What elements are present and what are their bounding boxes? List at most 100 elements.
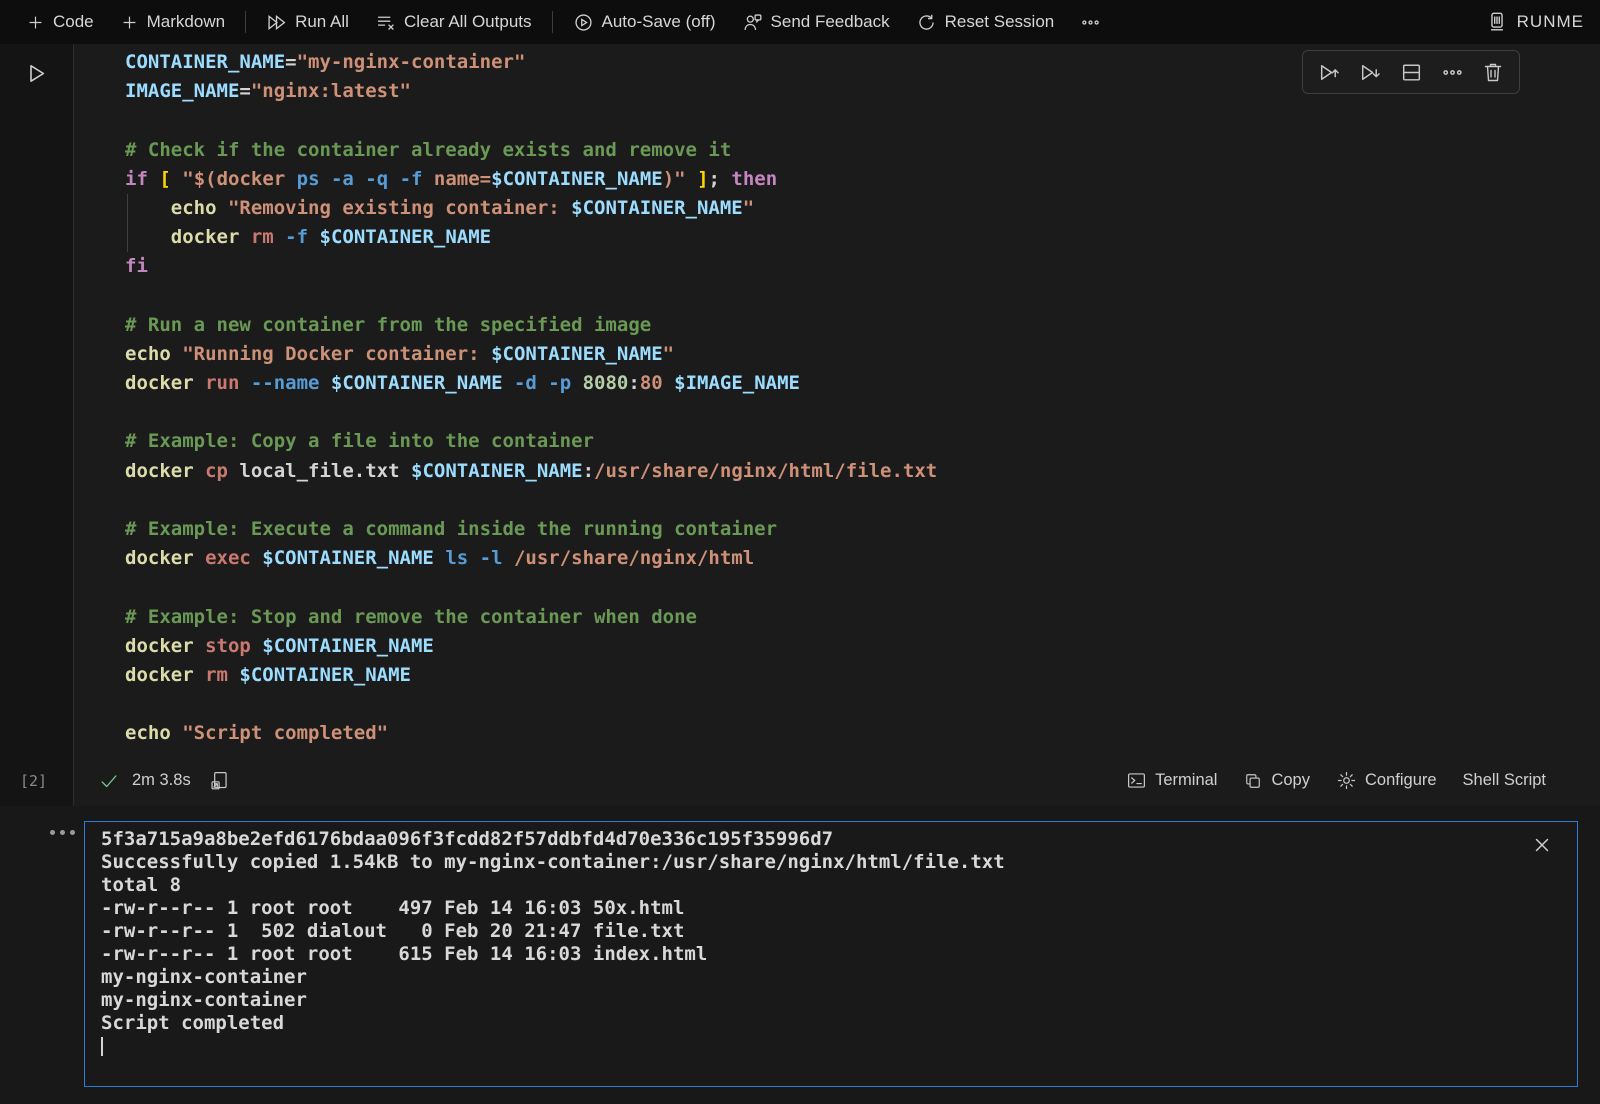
code-line[interactable]: [125, 106, 1600, 135]
add-markdown-cell-button[interactable]: Markdown: [108, 6, 237, 38]
run-all-label: Run All: [295, 12, 349, 32]
auto-save-icon: [573, 12, 594, 33]
code-line[interactable]: [125, 690, 1600, 719]
terminal-icon: [1126, 770, 1147, 791]
code-line[interactable]: echo "Running Docker container: $CONTAIN…: [125, 340, 1600, 369]
success-check-icon: [98, 770, 120, 792]
open-external-icon: [209, 770, 230, 791]
play-icon: [22, 60, 49, 87]
output-line: my-nginx-container: [101, 966, 1577, 989]
execute-above-icon: [1317, 60, 1342, 85]
cell-gutter: [2]: [0, 44, 74, 806]
code-editor[interactable]: CONTAINER_NAME="my-nginx-container"IMAGE…: [74, 44, 1600, 749]
output-line: -rw-r--r-- 1 root root 615 Feb 14 16:03 …: [101, 943, 1577, 966]
toolbar-separator: [552, 11, 553, 33]
close-output-button[interactable]: [1531, 834, 1553, 856]
code-line[interactable]: [125, 398, 1600, 427]
language-label: Shell Script: [1463, 771, 1546, 790]
code-line[interactable]: docker cp local_file.txt $CONTAINER_NAME…: [125, 457, 1600, 486]
split-cell-button[interactable]: [1395, 56, 1428, 89]
code-line[interactable]: echo "Removing existing container: $CONT…: [125, 194, 1600, 223]
configure-label: Configure: [1365, 771, 1437, 790]
notebook-cell: [2] CONTAINER_NAME="my-nginx-container"I…: [0, 44, 1600, 806]
configure-button[interactable]: Configure: [1336, 770, 1437, 791]
more-icon: [1440, 60, 1465, 85]
code-line[interactable]: docker run --name $CONTAINER_NAME -d -p …: [125, 369, 1600, 398]
split-cell-icon: [1399, 60, 1424, 85]
clear-all-outputs-label: Clear All Outputs: [404, 12, 532, 32]
feedback-icon: [742, 12, 763, 33]
code-line[interactable]: # Example: Execute a command inside the …: [125, 515, 1600, 544]
code-line[interactable]: echo "Script completed": [125, 719, 1600, 748]
run-all-icon: [266, 12, 287, 33]
code-line[interactable]: docker rm $CONTAINER_NAME: [125, 661, 1600, 690]
gear-icon: [1336, 770, 1357, 791]
auto-save-label: Auto-Save (off): [602, 12, 716, 32]
runme-extension-button[interactable]: RUNME: [1474, 6, 1586, 38]
cell-actions-toolbar: [1302, 50, 1520, 94]
reset-icon: [916, 12, 937, 33]
add-markdown-label: Markdown: [147, 12, 225, 32]
output-line: my-nginx-container: [101, 989, 1577, 1012]
open-external-button[interactable]: [209, 770, 230, 791]
reset-session-label: Reset Session: [945, 12, 1055, 32]
code-line[interactable]: fi: [125, 252, 1600, 281]
output-line: total 8: [101, 874, 1577, 897]
output-line: 5f3a715a9a8be2efd6176bdaa096f3fcdd82f57d…: [101, 828, 1577, 851]
code-line[interactable]: # Run a new container from the specified…: [125, 311, 1600, 340]
code-line[interactable]: if [ "$(docker ps -a -q -f name=$CONTAIN…: [125, 165, 1600, 194]
code-line[interactable]: docker stop $CONTAINER_NAME: [125, 632, 1600, 661]
delete-cell-button[interactable]: [1477, 56, 1509, 88]
clear-all-outputs-button[interactable]: Clear All Outputs: [363, 6, 544, 38]
code-line[interactable]: docker rm -f $CONTAINER_NAME: [125, 223, 1600, 252]
reset-session-button[interactable]: Reset Session: [904, 6, 1067, 38]
execution-count: [2]: [20, 772, 47, 790]
output-text: 5f3a715a9a8be2efd6176bdaa096f3fcdd82f57d…: [101, 828, 1577, 1058]
code-line[interactable]: # Example: Stop and remove the container…: [125, 603, 1600, 632]
send-feedback-label: Send Feedback: [771, 12, 890, 32]
cell-output: 5f3a715a9a8be2efd6176bdaa096f3fcdd82f57d…: [84, 821, 1578, 1087]
more-icon: [1080, 12, 1101, 33]
plus-icon: [120, 13, 139, 32]
output-line: -rw-r--r-- 1 502 dialout 0 Feb 20 21:47 …: [101, 920, 1577, 943]
code-line[interactable]: [125, 486, 1600, 515]
notebook-toolbar: Code Markdown Run All Clear All Outputs …: [0, 0, 1600, 44]
execution-duration: 2m 3.8s: [132, 771, 191, 790]
language-picker[interactable]: Shell Script: [1463, 771, 1546, 790]
auto-save-toggle[interactable]: Auto-Save (off): [561, 6, 728, 38]
cell-more-actions-button[interactable]: [1436, 56, 1469, 89]
copy-button[interactable]: Copy: [1243, 771, 1310, 791]
terminal-button[interactable]: Terminal: [1126, 770, 1217, 791]
runme-label: RUNME: [1517, 12, 1584, 32]
copy-label: Copy: [1271, 771, 1310, 790]
send-feedback-button[interactable]: Send Feedback: [730, 6, 902, 38]
output-line: Successfully copied 1.54kB to my-nginx-c…: [101, 851, 1577, 874]
terminal-label: Terminal: [1155, 771, 1217, 790]
run-cell-button[interactable]: [22, 60, 49, 87]
code-line[interactable]: # Check if the container already exists …: [125, 136, 1600, 165]
cell-status-bar: 2m 3.8s Terminal Copy: [74, 749, 1600, 806]
terminal-cursor: [101, 1037, 103, 1056]
run-all-button[interactable]: Run All: [254, 6, 361, 38]
add-code-label: Code: [53, 12, 94, 32]
code-line[interactable]: docker exec $CONTAINER_NAME ls -l /usr/s…: [125, 544, 1600, 573]
code-area: CONTAINER_NAME="my-nginx-container"IMAGE…: [125, 48, 1600, 749]
clear-outputs-icon: [375, 12, 396, 33]
toolbar-separator: [245, 11, 246, 33]
code-line[interactable]: [125, 573, 1600, 602]
code-line[interactable]: # Example: Copy a file into the containe…: [125, 427, 1600, 456]
execute-above-button[interactable]: [1313, 56, 1346, 89]
code-line[interactable]: [125, 282, 1600, 311]
close-icon: [1531, 834, 1553, 856]
execute-below-button[interactable]: [1354, 56, 1387, 89]
add-code-cell-button[interactable]: Code: [14, 6, 106, 38]
toolbar-more-button[interactable]: [1068, 6, 1113, 38]
output-line: -rw-r--r-- 1 root root 497 Feb 14 16:03 …: [101, 897, 1577, 920]
output-options-button[interactable]: [50, 830, 75, 835]
plus-icon: [26, 13, 45, 32]
trash-icon: [1481, 60, 1505, 84]
execute-below-icon: [1358, 60, 1383, 85]
runme-logo: [1486, 11, 1508, 33]
output-line: Script completed: [101, 1012, 1577, 1035]
copy-icon: [1243, 771, 1263, 791]
